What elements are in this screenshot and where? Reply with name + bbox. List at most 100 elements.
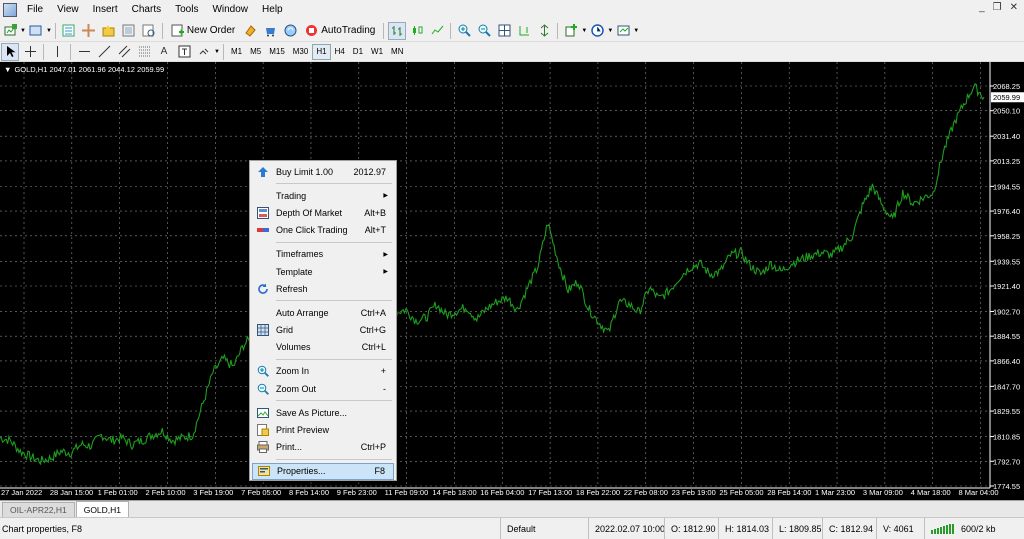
horizontal-line-button[interactable] [75,43,93,61]
autoscroll-button[interactable] [535,22,553,40]
menu-tools[interactable]: Tools [168,0,205,20]
menu-zoom-in[interactable]: Zoom In + [252,363,394,380]
status-open: O: 1812.90 [664,518,718,539]
time-axis-label: 16 Feb 04:00 [480,488,524,497]
price-axis-label: 1958.25 [993,232,1020,241]
auto-trading-button[interactable]: AutoTrading [301,22,379,40]
metaeditor-button[interactable] [241,22,259,40]
signals-button[interactable] [281,22,299,40]
menu-view[interactable]: View [50,0,86,20]
timeframe-m30[interactable]: M30 [289,44,313,60]
market-button[interactable] [261,22,279,40]
market-icon [265,28,275,37]
menu-help[interactable]: Help [255,0,290,20]
bar-chart-button[interactable] [388,21,407,40]
cursor-button[interactable] [1,42,19,61]
menu-label: Timeframes [276,249,324,260]
strategy-tester-button[interactable] [140,22,158,40]
menu-volumes[interactable]: Volumes Ctrl+L [252,339,394,356]
menu-shortcut: Ctrl+L [361,342,386,353]
chart-shift-button[interactable] [515,22,533,40]
menu-save-as-picture[interactable]: Save As Picture... [252,404,394,421]
periodicity-button[interactable] [588,22,606,40]
equidistant-channel-button[interactable] [115,43,133,61]
timeframe-h4[interactable]: H4 [331,44,349,60]
templates-button[interactable] [614,22,632,40]
chevron-down-icon[interactable]: ▼ [46,28,52,34]
arrows-button[interactable] [195,43,213,61]
minimize-icon[interactable]: _ [979,2,985,13]
menu-insert[interactable]: Insert [86,0,125,20]
triangle-down-icon[interactable]: ▼ [4,65,11,74]
time-axis-label: 11 Feb 09:00 [385,488,429,497]
menu-print[interactable]: Print... Ctrl+P [252,439,394,456]
crosshair-button[interactable] [21,43,39,61]
indicators-button[interactable] [562,22,580,40]
market-watch-button[interactable] [60,22,78,40]
timeframe-m15[interactable]: M15 [265,44,289,60]
restore-icon[interactable]: ❐ [993,2,1002,13]
text-button[interactable]: A [155,43,173,61]
new-order-button[interactable]: New Order [167,22,239,40]
candlestick-button[interactable] [408,22,426,40]
menu-window[interactable]: Window [205,0,255,20]
chart-area[interactable]: 27 Jan 2022 28 Jan 15:00 1 Feb 01:00 2 Feb … [0,62,1024,500]
zoom-in-button[interactable] [455,22,473,40]
menu-one-click-trading[interactable]: One Click Trading Alt+T [252,222,394,239]
menu-timeframes[interactable]: Timeframes ▶ [252,246,394,263]
text-label-button[interactable] [175,43,193,61]
toolbar-separator [54,22,56,39]
menu-separator [276,458,392,460]
close-icon[interactable]: ✕ [1010,2,1018,13]
price-axis-label: 1829.55 [993,407,1020,416]
menu-auto-arrange[interactable]: Auto Arrange Ctrl+A [252,304,394,321]
menu-shortcut: Ctrl+G [359,325,386,336]
menu-charts[interactable]: Charts [125,0,168,20]
chevron-down-icon[interactable]: ▼ [633,28,639,34]
tab-oil-apr22[interactable]: OIL-APR22,H1 [2,502,75,517]
timeframe-mn[interactable]: MN [387,44,407,60]
menu-properties[interactable]: Properties... F8 [252,462,394,480]
menu-grid[interactable]: Grid Ctrl+G [252,322,394,339]
menu-buy-limit[interactable]: Buy Limit 1.00 2012.97 [252,163,394,180]
menu-file[interactable]: File [20,0,50,20]
menu-zoom-out[interactable]: Zoom Out - [252,380,394,397]
chevron-down-icon[interactable]: ▼ [214,49,220,55]
line-chart-button[interactable] [428,22,446,40]
data-window-button[interactable] [80,22,98,40]
timeframe-m1[interactable]: M1 [227,44,246,60]
profiles-button[interactable] [27,22,45,40]
status-traffic[interactable]: 600/2 kb [924,518,1024,539]
tab-gold[interactable]: GOLD,H1 [75,501,130,517]
timeframe-w1[interactable]: W1 [367,44,387,60]
menu-shortcut: Ctrl+P [360,442,386,453]
terminal-button[interactable] [120,22,138,40]
time-axis-label: 4 Mar 18:00 [911,488,951,497]
timeframe-d1[interactable]: D1 [349,44,367,60]
menu-refresh[interactable]: Refresh [252,280,394,297]
vertical-line-button[interactable] [48,43,66,61]
tile-windows-button[interactable] [495,22,513,40]
price-axis-label: 1792.70 [993,457,1020,466]
time-axis-label: 17 Feb 13:00 [528,488,572,497]
menu-print-preview[interactable]: Print Preview [252,421,394,438]
chevron-down-icon[interactable]: ▼ [581,28,587,34]
toolbar-separator [222,43,224,60]
new-chart-button[interactable] [1,22,19,40]
zoom-out-button[interactable] [475,22,493,40]
trendline-button[interactable] [95,43,113,61]
print-preview-icon [257,424,269,437]
navigator-button[interactable] [100,22,118,40]
menu-trading[interactable]: Trading ▶ [252,187,394,204]
chart-window-icon[interactable] [3,3,17,17]
menu-template[interactable]: Template ▶ [252,263,394,280]
chevron-down-icon[interactable]: ▼ [20,28,26,34]
fibonacci-button[interactable] [135,43,153,61]
clock-icon [591,24,604,37]
menu-depth-of-market[interactable]: Depth Of Market Alt+B [252,204,394,221]
timeframe-m5[interactable]: M5 [246,44,265,60]
timeframe-h1[interactable]: H1 [312,43,331,60]
chevron-down-icon[interactable]: ▼ [607,28,613,34]
zoom-out-icon [478,24,491,37]
candlestick-icon [412,26,423,35]
